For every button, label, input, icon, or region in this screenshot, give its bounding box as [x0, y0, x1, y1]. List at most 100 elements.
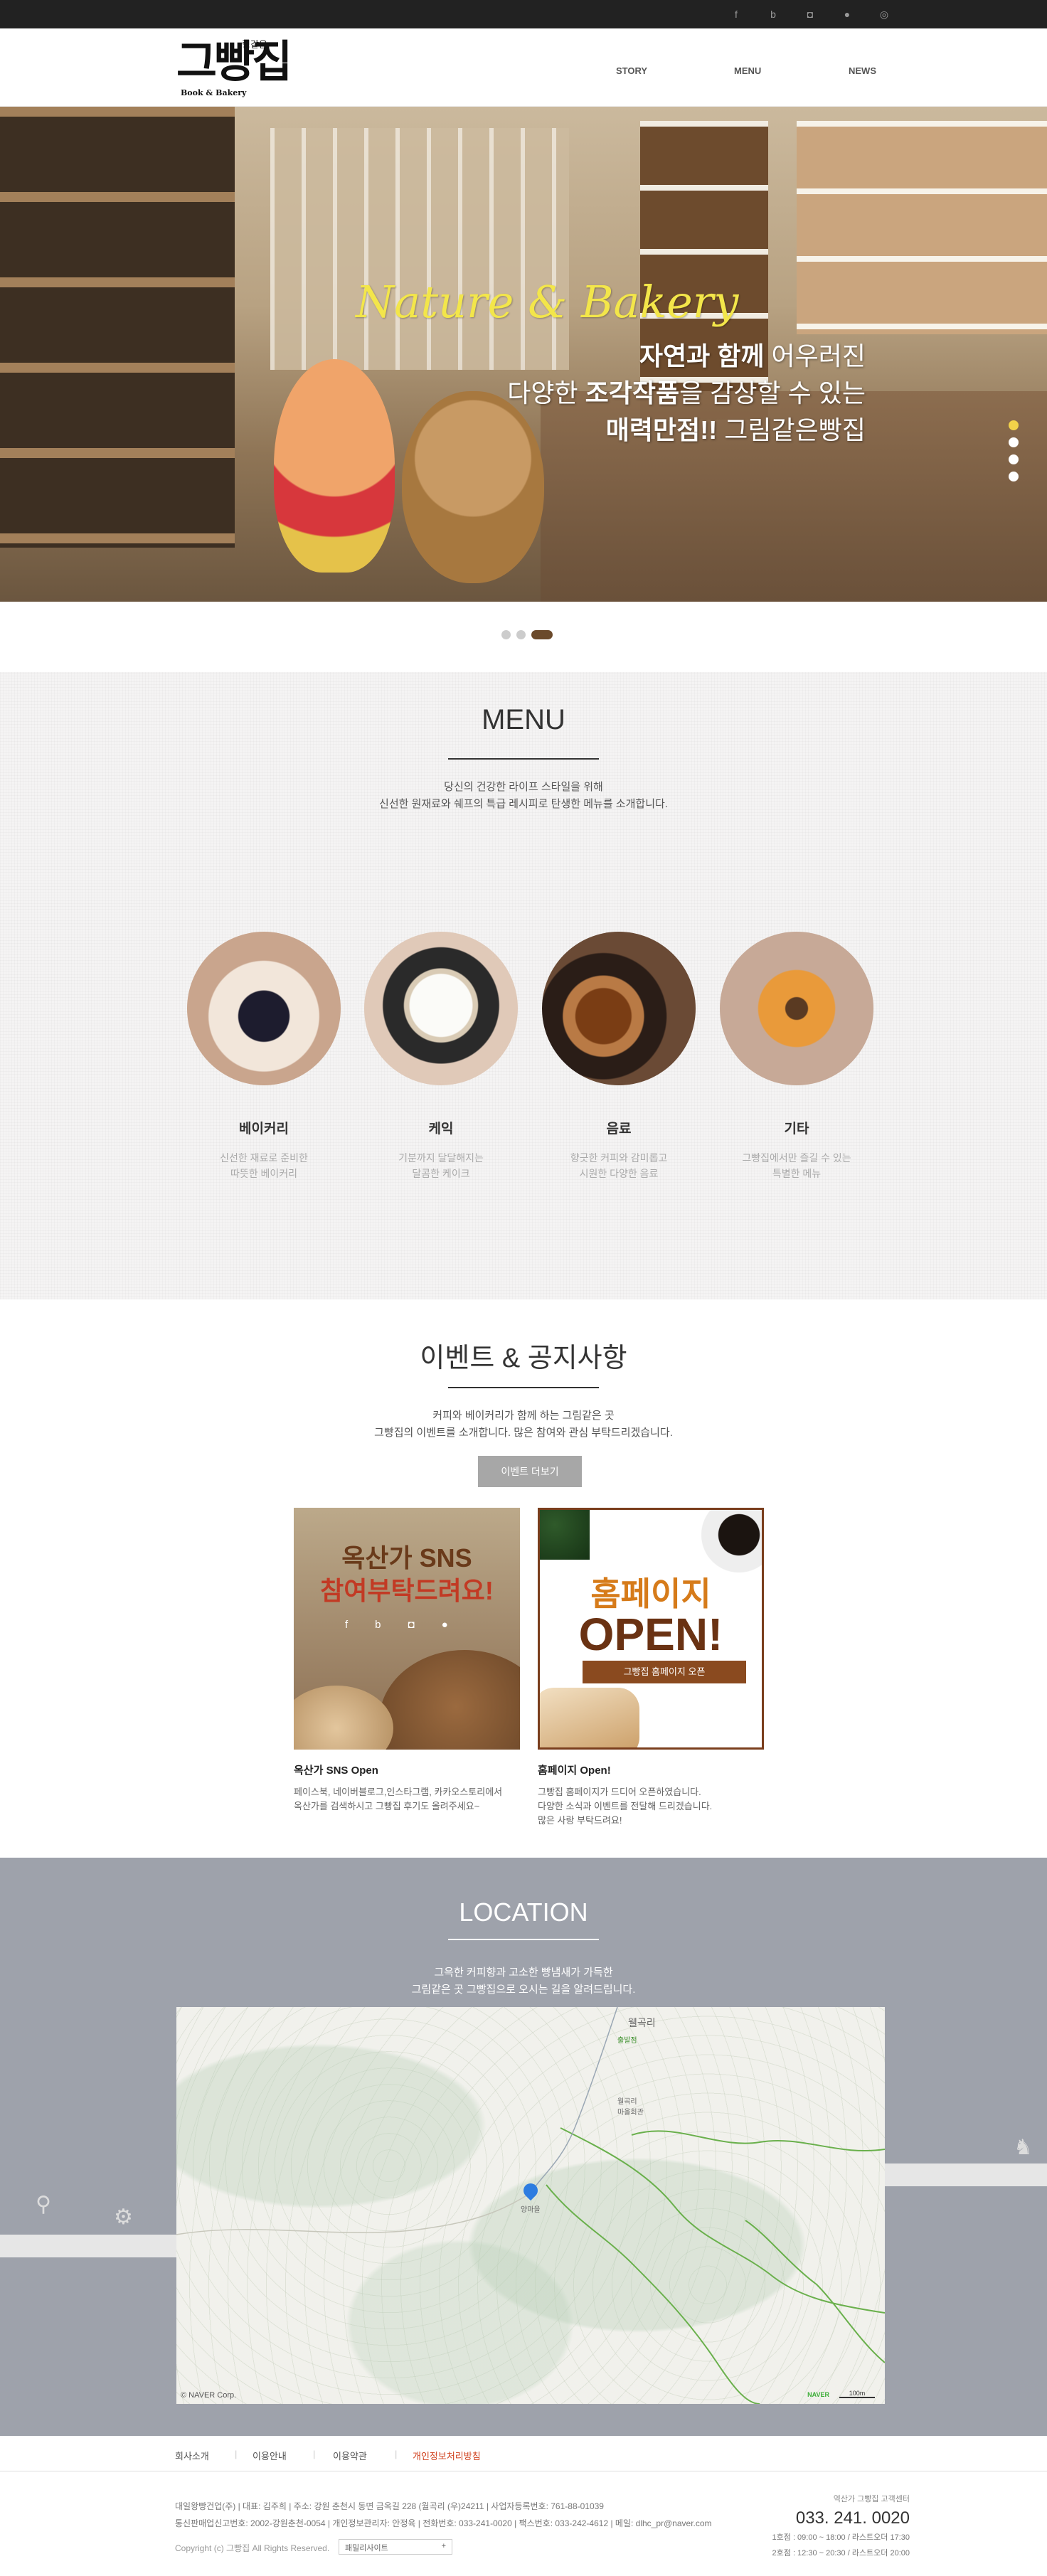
footer-company-info: 대일왕빵건업(주) | 대표: 김주희 | 주소: 강원 춘천시 동면 금옥길 … — [175, 2501, 712, 2528]
event-caption-sns: 옥산가 SNS Open 페이스북, 네이버블로그,인스타그램, 카카오스토리에… — [294, 1764, 521, 1814]
location-map[interactable]: 웰곡리 출발점 월곡리 마을회관 양마을 © NAVER Corp. NAVER… — [176, 2007, 885, 2404]
location-icon[interactable]: ◎ — [878, 9, 891, 21]
bakery-image — [187, 932, 341, 1085]
menu-item-drinks[interactable]: 음료 향긋한 커피와 감미롭고 시원한 다양한 음료 — [542, 932, 696, 1181]
bread-image — [379, 1650, 520, 1750]
map-label-pin: 양마을 — [521, 2206, 541, 2214]
event-card-homepage-line2: OPEN! — [578, 1609, 723, 1660]
footer-link-guide[interactable]: 이용안내 — [253, 2449, 287, 2462]
footer-link-company[interactable]: 회사소개 — [175, 2449, 209, 2462]
plush-toy-anpanman — [274, 359, 395, 573]
event-card-homepage[interactable]: 홈페이지 OPEN! 그빵집 홈페이지 오픈 — [538, 1508, 764, 1750]
hero-line2-light2: 을 감상할 수 있는 — [679, 378, 866, 408]
map-label-village: 웰곡리 — [628, 2017, 656, 2028]
talk-icon[interactable]: ● — [841, 9, 854, 20]
pager-dot[interactable] — [1009, 420, 1019, 430]
top-social-bar: f b ◘ ● ◎ — [0, 0, 1047, 28]
event-caption-homepage: 홈페이지 Open! 그빵집 홈페이지가 드디어 오픈하였습니다. 다양한 소식… — [538, 1764, 765, 1828]
hero-text: 자연과 함께 어우러진 다양한 조각작품을 감상할 수 있는 매력만점!! 그림… — [507, 338, 866, 449]
hero-line2-bold: 조각작품 — [585, 378, 680, 408]
menu-item-cake[interactable]: 케익 기분까지 달달해지는 달콤한 케이크 — [364, 932, 518, 1181]
event-caption-title[interactable]: 옥산가 SNS Open — [294, 1764, 521, 1778]
footer-copyright: Copyright (c) 그빵집 All Rights Reserved. — [175, 2543, 330, 2553]
facebook-icon: f — [345, 1619, 349, 1631]
menu-desc-2: 신선한 원재료와 쉐프의 특급 레시피로 탄생한 메뉴를 소개합니다. — [379, 798, 668, 810]
talk-icon: ● — [441, 1619, 448, 1631]
map-scale: 100m — [839, 2390, 875, 2398]
menu-item-desc: 신선한 재료로 준비한 따뜻한 베이커리 — [220, 1152, 308, 1179]
footer-link-terms[interactable]: 이용약관 — [333, 2449, 367, 2462]
site-header: 림같은 그빵집 Book & Bakery STORY MENU NEWS — [0, 28, 1047, 107]
bicycle-icon: ⚙ — [114, 2205, 133, 2229]
menu-item-name: 음료 — [606, 1122, 632, 1137]
slide-dot[interactable] — [516, 630, 526, 639]
social-icons: f b ◘ ● ◎ — [730, 0, 891, 28]
menu-item-desc: 향긋한 커피와 감미롭고 시원한 다양한 음료 — [570, 1152, 668, 1179]
bread-image — [294, 1686, 393, 1750]
menu-item-bakery[interactable]: 베이커리 신선한 재료로 준비한 따뜻한 베이커리 — [187, 932, 341, 1181]
menu-item-other[interactable]: 기타 그빵집에서만 즐길 수 있는 특별한 메뉴 — [720, 932, 873, 1181]
bread-roll-image — [540, 1688, 639, 1747]
blog-icon[interactable]: b — [767, 9, 780, 20]
nav-story[interactable]: STORY — [616, 65, 647, 76]
shelf-right — [797, 121, 1047, 334]
hero-slider: Nature & Bakery 자연과 함께 어우러진 다양한 조각작품을 감상… — [0, 107, 1047, 602]
blog-icon: b — [375, 1619, 381, 1631]
road-right — [885, 2163, 1047, 2186]
events-desc-2: 그빵집의 이벤트를 소개합니다. 많은 참여와 관심 부탁드리겠습니다. — [374, 1427, 673, 1439]
logo-sub-text: Book & Bakery — [181, 88, 247, 97]
location-title: LOCATION — [459, 1898, 588, 1927]
menu-title-underline — [448, 758, 599, 760]
menu-desc-1: 당신의 건강한 라이프 스타일을 위해 — [444, 781, 603, 793]
events-title: 이벤트 & 공지사항 — [420, 1343, 627, 1373]
hero-vertical-pager — [1009, 420, 1019, 481]
pager-dot[interactable] — [1009, 472, 1019, 481]
pager-dot[interactable] — [1009, 454, 1019, 464]
road-left — [0, 2235, 176, 2257]
facebook-icon[interactable]: f — [730, 9, 743, 20]
slide-dot[interactable] — [501, 630, 511, 639]
hero-line1-light: 어우러진 — [764, 341, 866, 371]
event-card-social-icons: f b ◘ ● — [345, 1619, 448, 1631]
location-title-underline — [448, 1939, 599, 1940]
hero-title: Nature & Bakery — [356, 276, 739, 328]
family-site-select[interactable]: 패밀리사이트 + — [339, 2539, 452, 2555]
instagram-icon[interactable]: ◘ — [804, 9, 817, 20]
slide-dot-active[interactable] — [531, 630, 553, 639]
event-card-sns-text: 옥산가 SNS 참여부탁드려요! — [320, 1543, 494, 1605]
logo-main-text: 그빵집 — [176, 36, 292, 87]
naver-logo: NAVER — [807, 2391, 829, 2398]
location-section: LOCATION 그윽한 커피향과 고소한 빵냄새가 가득한 그림같은 곳 그빵… — [0, 1858, 1047, 2436]
menu-title: MENU — [482, 704, 565, 735]
footer-nav: 회사소개 | 이용안내 | 이용약관 | 개인정보처리방침 — [0, 2436, 1047, 2471]
other-image — [720, 932, 873, 1085]
menu-item-name: 기타 — [784, 1122, 809, 1137]
menu-section — [0, 672, 1047, 1299]
hero-line3-bold: 매력만점!! — [605, 415, 718, 445]
slider-pager — [501, 630, 553, 639]
logo[interactable]: 림같은 그빵집 Book & Bakery — [176, 36, 304, 103]
map-copyright: © NAVER Corp. — [181, 2391, 237, 2400]
events-desc-1: 커피와 베이커리가 함께 하는 그림같은 곳 — [432, 1410, 615, 1422]
cake-image — [364, 932, 518, 1085]
nav-news[interactable]: NEWS — [849, 65, 876, 76]
footer-link-privacy[interactable]: 개인정보처리방침 — [413, 2449, 481, 2462]
map-label-hall: 월곡리 마을회관 — [617, 2098, 644, 2117]
more-events-button[interactable]: 이벤트 더보기 — [478, 1456, 582, 1487]
pager-dot[interactable] — [1009, 437, 1019, 447]
events-title-underline — [448, 1387, 599, 1388]
nav-menu[interactable]: MENU — [734, 65, 761, 76]
bookshelf-center — [270, 128, 569, 370]
map-label-start: 출발점 — [617, 2037, 637, 2045]
location-desc: 그윽한 커피향과 고소한 빵냄새가 가득한 그림같은 곳 그빵집으로 오시는 길… — [411, 1966, 636, 1996]
instagram-icon: ◘ — [408, 1619, 415, 1631]
event-caption-title[interactable]: 홈페이지 Open! — [538, 1764, 765, 1778]
hero-line2-light: 다양한 — [507, 378, 585, 408]
footer-phone: 033. 241. 0020 — [795, 2508, 910, 2528]
event-card-sns[interactable]: 옥산가 SNS 참여부탁드려요! f b ◘ ● — [294, 1508, 520, 1750]
menu-item-desc: 기분까지 달달해지는 달콤한 케이크 — [398, 1152, 484, 1179]
event-card-ribbon: 그빵집 홈페이지 오픈 — [583, 1661, 746, 1683]
person-icon: ♞ — [1014, 2136, 1033, 2159]
menu-item-name: 케익 — [428, 1122, 454, 1137]
drinks-image — [542, 932, 696, 1085]
